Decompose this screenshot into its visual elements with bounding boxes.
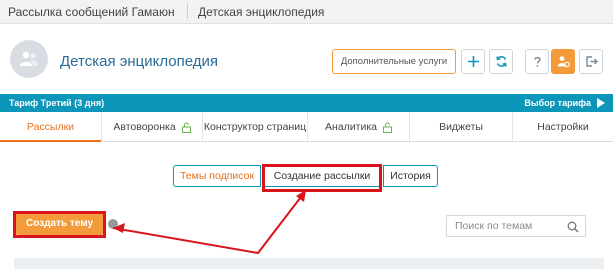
play-arrow-icon[interactable] [597,98,605,108]
project-avatar [10,40,48,78]
theme-search [446,215,586,237]
breadcrumb: Рассылка сообщений Гамаюн Детская энцикл… [0,0,613,24]
subtab-history[interactable]: История [383,165,438,187]
highlight-box [262,164,382,192]
subtab-subscription-themes[interactable]: Темы подписок [173,165,261,187]
sync-icon [496,56,507,67]
tab-settings[interactable]: Настройки [512,112,613,142]
tab-widgets[interactable]: Виджеты [409,112,512,142]
add-button[interactable] [461,49,485,74]
content-panel [14,258,604,269]
help-icon [534,56,541,67]
users-icon [20,51,38,66]
help-button[interactable] [525,49,549,74]
choose-tariff-link[interactable]: Выбор тарифа [524,98,591,108]
search-input[interactable] [447,216,565,236]
tab-autofunnel[interactable]: Автоворонка [101,112,202,142]
main-tabs: Рассылки Автоворонка Конструктор страниц… [0,112,613,142]
tab-label: Автоворонка [113,121,176,133]
user-settings-icon [557,56,570,68]
tab-label: Настройки [537,121,589,133]
tariff-bar: Тариф Третий (3 дня) Выбор тарифа [0,94,613,112]
extra-services-button[interactable]: Дополнительные услуги [332,49,456,74]
sync-button[interactable] [489,49,513,74]
breadcrumb-current: Детская энциклопедия [198,5,325,19]
search-icon[interactable] [567,221,579,233]
tab-label: Виджеты [439,121,483,133]
tab-mailings[interactable]: Рассылки [0,112,101,142]
logout-icon [586,56,598,67]
unlock-icon [181,122,191,133]
logout-button[interactable] [579,49,603,74]
project-title: Детская энциклопедия [60,53,219,70]
tab-label: Аналитика [325,121,378,133]
tab-label: Конструктор страниц [203,121,307,133]
info-icon[interactable] [108,219,118,229]
project-header: Детская энциклопедия Дополнительные услу… [0,24,613,94]
tariff-label: Тариф Третий (3 дня) [9,98,105,108]
plus-icon [468,56,479,67]
tab-page-builder[interactable]: Конструктор страниц [202,112,307,142]
tab-analytics[interactable]: Аналитика [307,112,409,142]
tab-label: Рассылки [26,121,75,133]
settings-button[interactable] [551,49,575,74]
breadcrumb-separator [187,3,188,19]
breadcrumb-app-link[interactable]: Рассылка сообщений Гамаюн [8,5,175,19]
unlock-icon [382,122,392,133]
highlight-box [13,211,106,238]
